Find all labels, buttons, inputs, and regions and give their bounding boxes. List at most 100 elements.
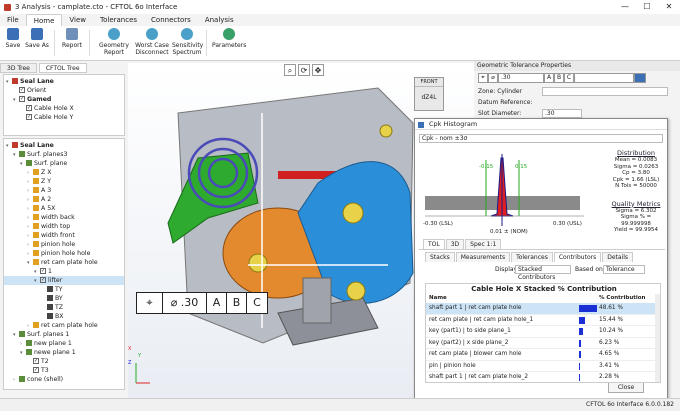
tree-item-label: TY	[55, 286, 63, 293]
tree-item[interactable]: ▾ ✓ Gamed	[4, 95, 51, 104]
zone-select[interactable]	[542, 87, 668, 96]
tree-checkbox[interactable]: ✓	[40, 268, 46, 274]
table-row[interactable]: shaft part 1 | ret cam plate hole 48.61 %	[426, 303, 660, 315]
datum-c-field[interactable]: C	[564, 73, 574, 83]
geometry-report-button[interactable]: Geometry Report	[96, 28, 132, 56]
cpk-mode-select[interactable]: Cpk - nom ±3σ	[419, 134, 663, 143]
tree-item[interactable]: ▾ Seal Lane	[4, 141, 54, 150]
tree-item[interactable]: TZ	[4, 303, 63, 312]
position-symbol-select[interactable]: ⌖	[478, 73, 488, 83]
tree-item[interactable]: ▾ Surf. planes3	[4, 150, 67, 159]
menu-connectors[interactable]: Connectors	[144, 14, 198, 26]
tab-3d[interactable]: 3D	[445, 239, 465, 249]
tree-item[interactable]: › A 3	[4, 186, 51, 195]
tree-item[interactable]: › pinion hole hole	[4, 249, 90, 258]
tree-checkbox[interactable]: ✓	[19, 96, 25, 102]
table-row[interactable]: ret cam plate | blower cam hole 4.65 %	[426, 349, 660, 361]
tree-item[interactable]: ▾ Surf. planes 1	[4, 330, 69, 339]
report-button[interactable]: Report	[60, 28, 84, 49]
table-row[interactable]: pin | pinion hole 3.41 %	[426, 361, 660, 372]
tree-item[interactable]: BX	[4, 312, 63, 321]
tab-tolerances[interactable]: Tolerances	[511, 252, 553, 262]
modifier-field[interactable]	[574, 73, 634, 83]
sensitivity-button[interactable]: Sensitivity Spectrum	[172, 28, 203, 56]
slot-diameter-field[interactable]: .30	[542, 109, 582, 118]
tree-item[interactable]: › cone (shell)	[4, 375, 63, 384]
tab-3d-tree[interactable]: 3D Tree	[0, 63, 37, 73]
tree-checkbox[interactable]: ✓	[33, 367, 39, 373]
table-row[interactable]: key (part1) | to side plane_1 10.24 %	[426, 326, 660, 338]
fcf-editor[interactable]: ⌖ ⌀ .30 A B C	[478, 73, 646, 83]
tree-item[interactable]: BY	[4, 294, 63, 303]
tree-item[interactable]: › new plane 1	[4, 339, 72, 348]
tree-item[interactable]: › pinion hole	[4, 240, 75, 249]
menu-analysis[interactable]: Analysis	[198, 14, 241, 26]
tree-item[interactable]: › Z Y	[4, 177, 51, 186]
tree-item[interactable]: ▾ ✓ 1	[4, 267, 52, 276]
tree-item[interactable]: ✓ Orient	[4, 86, 46, 95]
tree-checkbox[interactable]: ✓	[33, 358, 39, 364]
tab-cftol-tree[interactable]: CFTOL Tree	[38, 63, 87, 73]
diameter-symbol[interactable]: ⌀	[488, 73, 498, 83]
tree-node-icon	[47, 313, 53, 319]
tree-item[interactable]: › width top	[4, 222, 70, 231]
display-select[interactable]: Stacked Contributors	[515, 265, 571, 281]
tree-checkbox[interactable]: ✓	[26, 105, 32, 111]
tab-spec[interactable]: Spec 1:1	[465, 239, 502, 249]
save-as-button[interactable]: Save As	[25, 28, 49, 49]
tree-item[interactable]: › ret cam plate hole	[4, 321, 98, 330]
menu-tolerances[interactable]: Tolerances	[93, 14, 144, 26]
worst-case-button[interactable]: Worst Case Disconnect	[134, 28, 170, 56]
tree-node-icon	[33, 196, 39, 202]
tree-item[interactable]: › Z X	[4, 168, 51, 177]
tree-item[interactable]: ▾ ret cam plate hole	[4, 258, 98, 267]
tab-details[interactable]: Details	[602, 252, 634, 262]
tree-item[interactable]: ✓ Cable Hole Y	[4, 113, 73, 122]
menu-home[interactable]: Home	[25, 14, 63, 26]
tree-item[interactable]: ✓ T3	[4, 366, 49, 375]
table-scrollbar[interactable]	[655, 294, 660, 382]
close-window-button[interactable]: ✕	[658, 0, 680, 14]
maximize-button[interactable]: ☐	[636, 0, 658, 14]
tab-measurements[interactable]: Measurements	[455, 252, 511, 262]
table-row[interactable]: shaft part 1 | ret cam plate hole_2 2.28 …	[426, 372, 660, 382]
tree-item[interactable]: › A 2	[4, 195, 51, 204]
tree-item-label: BX	[55, 313, 64, 320]
menu-view[interactable]: View	[62, 14, 93, 26]
based-on-select[interactable]: Tolerance	[603, 265, 645, 274]
datum-ref-label: Datum Reference:	[478, 99, 533, 106]
tree-item[interactable]: ▾ Seal Lane	[4, 77, 54, 86]
column-header-contribution: % Contribution	[599, 295, 646, 301]
tree-item[interactable]: ✓ Cable Hole X	[4, 104, 74, 113]
tab-divider	[419, 249, 665, 250]
datum-b-field[interactable]: B	[554, 73, 564, 83]
tree-item[interactable]: › width front	[4, 231, 75, 240]
table-row[interactable]: ret cam plate | ret cam plate hole_1 15.4…	[426, 315, 660, 326]
parameters-button[interactable]: Parameters	[212, 28, 246, 49]
tree-item[interactable]: ▾ ✓ lifter	[4, 276, 124, 285]
tree-item[interactable]: › width back	[4, 213, 75, 222]
worst-case-icon	[146, 28, 158, 40]
menu-file[interactable]: File	[0, 14, 26, 26]
tree-item[interactable]: › A 5X	[4, 204, 55, 213]
tab-contributors[interactable]: Contributors	[553, 252, 602, 262]
table-row[interactable]: key (part2) | x side plane_2 6.23 %	[426, 338, 660, 349]
tree-item[interactable]: ▾ newe plane 1	[4, 348, 76, 357]
apply-icon[interactable]	[634, 73, 646, 83]
tab-stacks[interactable]: Stacks	[425, 252, 455, 262]
feature-control-frame[interactable]: ⌖ ⌀ .30 A B C	[136, 292, 268, 314]
tree-checkbox[interactable]: ✓	[19, 87, 25, 93]
datum-a-field[interactable]: A	[544, 73, 554, 83]
tree-checkbox[interactable]: ✓	[26, 114, 32, 120]
view-cube[interactable]: FRONT dZ4L	[414, 77, 444, 111]
tree-item[interactable]: ▾ Surf. plane	[4, 159, 67, 168]
tab-tol[interactable]: TOL	[423, 239, 445, 249]
save-button[interactable]: Save	[5, 28, 21, 49]
upper-limit-label: 0.15	[515, 164, 528, 170]
tree-item[interactable]: ✓ T2	[4, 357, 49, 366]
tree-item[interactable]: TY	[4, 285, 63, 294]
minimize-button[interactable]: —	[614, 0, 636, 14]
tolerance-value-field[interactable]: .30	[498, 73, 544, 83]
stat-line: Sigma % = 99.999998	[620, 214, 652, 227]
tree-checkbox[interactable]: ✓	[40, 277, 46, 283]
